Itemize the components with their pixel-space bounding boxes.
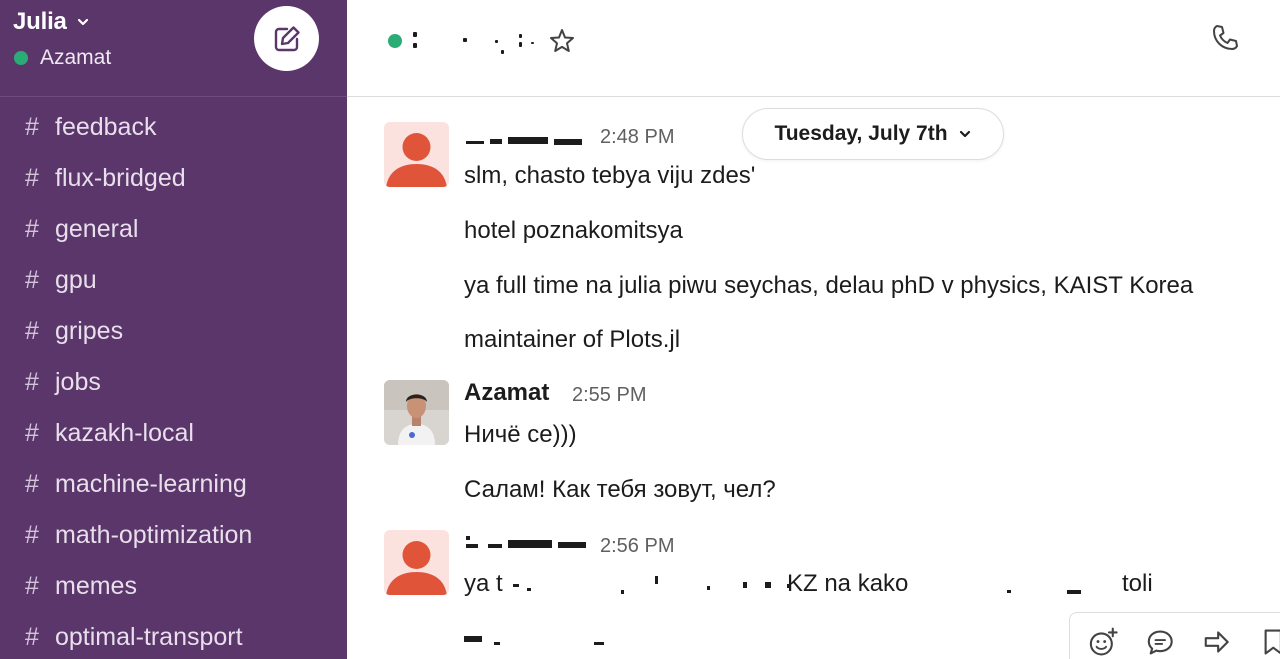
workspace-name: Julia xyxy=(13,8,67,35)
hash-icon: # xyxy=(25,419,39,447)
message-text: slm, chasto tebya viju zdes' xyxy=(464,162,756,189)
sidebar-item-flux-bridged[interactable]: # flux-bridged xyxy=(0,153,347,204)
sidebar-item-math-optimization[interactable]: # math-optimization xyxy=(0,510,347,561)
message-text: maintainer of Plots.jl xyxy=(464,326,681,353)
channel-label: feedback xyxy=(55,113,157,141)
conversation-pane: Tuesday, July 7th 2:48 PM slm, chasto te… xyxy=(347,0,1280,659)
avatar[interactable] xyxy=(384,122,449,187)
redacted-text xyxy=(507,570,1107,600)
presence-indicator xyxy=(388,34,402,48)
channel-label: general xyxy=(55,215,139,243)
hash-icon: # xyxy=(25,572,39,600)
chevron-down-icon xyxy=(77,18,88,26)
sidebar-item-memes[interactable]: # memes xyxy=(0,561,347,612)
message-timestamp[interactable]: 2:55 PM xyxy=(572,384,646,407)
message-text: Салам! Как тебя зовут, чел? xyxy=(464,476,776,503)
sidebar-item-machine-learning[interactable]: # machine-learning xyxy=(0,459,347,510)
message-text: hotel poznakomitsya xyxy=(464,217,683,244)
bookmark-icon[interactable] xyxy=(1258,626,1280,658)
hash-icon: # xyxy=(25,113,39,141)
hash-icon: # xyxy=(25,164,39,192)
channel-label: machine-learning xyxy=(55,470,247,498)
message-timestamp[interactable]: 2:56 PM xyxy=(600,535,674,558)
hash-icon: # xyxy=(25,368,39,396)
phone-icon[interactable] xyxy=(1209,22,1241,54)
workspace-name-button[interactable]: Julia xyxy=(13,8,91,36)
channel-label: jobs xyxy=(55,368,101,396)
workspace-header[interactable]: Julia Azamat xyxy=(0,0,347,97)
channel-label: optimal-transport xyxy=(55,623,243,651)
thread-icon[interactable] xyxy=(1145,626,1176,658)
channel-label: kazakh-local xyxy=(55,419,194,447)
message-text: toli xyxy=(1122,570,1153,597)
compose-icon xyxy=(274,25,300,51)
hash-icon: # xyxy=(25,266,39,294)
message-text: ya t xyxy=(464,570,503,597)
chevron-down-icon xyxy=(959,130,970,138)
sender-name-redacted[interactable] xyxy=(464,532,589,552)
sidebar-item-feedback[interactable]: # feedback xyxy=(0,102,347,153)
conversation-title-redacted[interactable] xyxy=(411,28,541,54)
sender-name[interactable]: Azamat xyxy=(464,379,549,407)
date-divider-label: Tuesday, July 7th xyxy=(774,122,948,145)
sender-name-redacted[interactable] xyxy=(464,128,584,148)
hash-icon: # xyxy=(25,521,39,549)
current-user[interactable]: Azamat xyxy=(14,46,111,70)
channel-label: memes xyxy=(55,572,137,600)
message-text: ya full time na julia piwu seychas, dela… xyxy=(464,272,1194,299)
hash-icon: # xyxy=(25,215,39,243)
sidebar-item-optimal-transport[interactable]: # optimal-transport xyxy=(0,612,347,659)
message-timestamp[interactable]: 2:48 PM xyxy=(600,126,674,149)
channel-label: gripes xyxy=(55,317,124,345)
hash-icon: # xyxy=(25,470,39,498)
channel-list: # feedback # flux-bridged # general # gpu # g… xyxy=(0,102,347,659)
default-avatar-icon xyxy=(386,133,447,187)
current-user-name: Azamat xyxy=(40,46,112,69)
sidebar: Julia Azamat # feedback # flux-bridged # ge… xyxy=(0,0,347,659)
avatar[interactable] xyxy=(384,530,449,595)
user-photo-icon xyxy=(384,380,449,445)
avatar[interactable] xyxy=(384,380,449,445)
add-reaction-icon[interactable] xyxy=(1088,626,1119,658)
message-actions-bar xyxy=(1069,612,1280,659)
redacted-text xyxy=(464,628,624,648)
message-text: Ничё се))) xyxy=(464,421,577,448)
date-divider-button[interactable]: Tuesday, July 7th xyxy=(742,108,1004,160)
sidebar-item-kazakh-local[interactable]: # kazakh-local xyxy=(0,408,347,459)
default-avatar-icon xyxy=(386,541,447,595)
compose-button[interactable] xyxy=(254,6,319,71)
sidebar-item-gpu[interactable]: # gpu xyxy=(0,255,347,306)
star-icon[interactable] xyxy=(548,27,576,55)
channel-label: math-optimization xyxy=(55,521,253,549)
channel-label: flux-bridged xyxy=(55,164,186,192)
channel-label: gpu xyxy=(55,266,97,294)
sidebar-item-gripes[interactable]: # gripes xyxy=(0,306,347,357)
hash-icon: # xyxy=(25,623,39,651)
sidebar-item-jobs[interactable]: # jobs xyxy=(0,357,347,408)
share-icon[interactable] xyxy=(1201,626,1232,658)
conversation-header xyxy=(347,0,1280,97)
sidebar-item-general[interactable]: # general xyxy=(0,204,347,255)
hash-icon: # xyxy=(25,317,39,345)
online-status-icon xyxy=(14,51,28,65)
